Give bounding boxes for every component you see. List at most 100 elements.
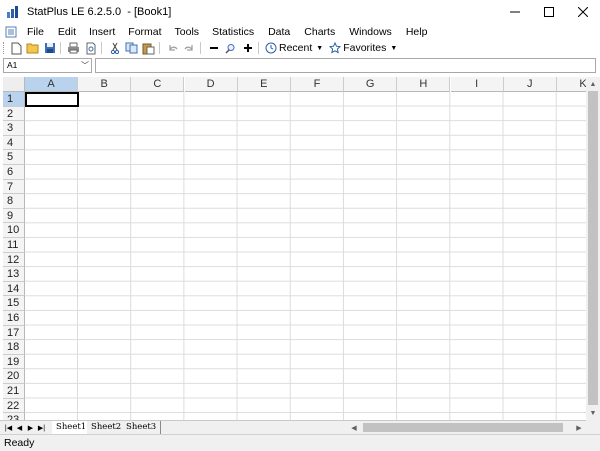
sheet-tab-sheet2[interactable]: Sheet2 (87, 421, 127, 434)
menu-edit[interactable]: Edit (58, 26, 76, 38)
horizontal-scrollbar[interactable]: ◀ ▶ (347, 421, 600, 434)
sheet-tab-sheet1[interactable]: Sheet1 (52, 421, 92, 434)
menu-tools[interactable]: Tools (175, 26, 200, 38)
statplus-app-icon[interactable] (6, 5, 20, 19)
row-header-15[interactable]: 15 (3, 296, 25, 311)
plus-icon (243, 44, 252, 52)
menu-help[interactable]: Help (406, 26, 428, 38)
minimize-button[interactable] (498, 0, 532, 24)
row-header-1[interactable]: 1 (3, 92, 25, 107)
row-header-10[interactable]: 10 (3, 223, 25, 238)
column-header-h[interactable]: H (397, 77, 451, 92)
scroll-up-arrow-icon[interactable]: ▲ (586, 77, 600, 91)
zoom-in-button[interactable] (240, 41, 255, 55)
formula-input[interactable] (95, 58, 596, 73)
row-header-8[interactable]: 8 (3, 194, 25, 209)
row-header-23[interactable]: 23 (3, 413, 25, 420)
toolbar: Recent ▼ Favorites ▼ (0, 40, 600, 56)
row-header-7[interactable]: 7 (3, 179, 25, 195)
zoom-button[interactable] (223, 41, 238, 55)
row-header-18[interactable]: 18 (3, 340, 25, 355)
menu-statistics[interactable]: Statistics (212, 26, 254, 38)
active-cell-a1[interactable] (25, 92, 79, 107)
row-header-6[interactable]: 6 (3, 165, 25, 180)
print-button[interactable] (66, 41, 81, 55)
menu-file[interactable]: File (27, 26, 44, 38)
column-header-j[interactable]: J (503, 77, 557, 92)
vertical-scroll-thumb[interactable] (588, 91, 598, 405)
previous-sheet-icon[interactable]: ◀ (14, 421, 25, 434)
select-all-corner[interactable] (3, 77, 25, 92)
row-header-22[interactable]: 22 (3, 398, 25, 414)
column-header-c[interactable]: C (131, 77, 185, 92)
row-header-2[interactable]: 2 (3, 106, 25, 122)
column-header-d[interactable]: D (184, 77, 238, 92)
paste-button[interactable] (141, 41, 156, 55)
row-header-16[interactable]: 16 (3, 311, 25, 326)
row-header-17[interactable]: 17 (3, 325, 25, 341)
copy-icon (125, 42, 138, 54)
window-controls (498, 0, 600, 24)
first-sheet-icon[interactable]: |◀ (3, 421, 14, 434)
toolbar-separator (159, 42, 160, 54)
menu-data[interactable]: Data (268, 26, 290, 38)
redo-button[interactable] (182, 41, 197, 55)
new-button[interactable] (8, 41, 23, 55)
menu-charts[interactable]: Charts (304, 26, 335, 38)
next-sheet-icon[interactable]: ▶ (25, 421, 36, 434)
column-header-a[interactable]: A (25, 77, 78, 92)
save-button[interactable] (42, 41, 57, 55)
last-sheet-icon[interactable]: ▶| (36, 421, 47, 434)
row-header-9[interactable]: 9 (3, 208, 25, 224)
cell-area[interactable] (25, 92, 600, 420)
print-preview-button[interactable] (83, 41, 98, 55)
recent-button[interactable]: Recent ▼ (265, 42, 323, 54)
menu-windows[interactable]: Windows (349, 26, 392, 38)
scroll-down-arrow-icon[interactable]: ▼ (586, 406, 600, 420)
vertical-scrollbar[interactable]: ▲ ▼ (586, 77, 600, 420)
undo-button[interactable] (165, 41, 180, 55)
cell-reference-box[interactable]: A1 ﹀ (3, 58, 92, 73)
row-header-5[interactable]: 5 (3, 150, 25, 165)
menu-insert[interactable]: Insert (89, 26, 115, 38)
maximize-button[interactable] (532, 0, 566, 24)
close-button[interactable] (566, 0, 600, 24)
recent-label: Recent (279, 42, 313, 54)
menu-format[interactable]: Format (128, 26, 161, 38)
sheet-tab-sheet3[interactable]: Sheet3 (122, 421, 162, 434)
row-header-11[interactable]: 11 (3, 238, 25, 253)
paste-icon (142, 43, 155, 54)
scroll-left-arrow-icon[interactable]: ◀ (347, 421, 361, 434)
chevron-down-icon[interactable]: ﹀ (81, 59, 89, 72)
row-header-13[interactable]: 13 (3, 267, 25, 282)
row-header-14[interactable]: 14 (3, 281, 25, 297)
row-header-12[interactable]: 12 (3, 252, 25, 268)
cut-button[interactable] (107, 41, 122, 55)
row-header-3[interactable]: 3 (3, 121, 25, 136)
column-header-b[interactable]: B (78, 77, 132, 92)
toolbar-separator (200, 42, 201, 54)
zoom-out-button[interactable] (206, 41, 221, 55)
toolbar-grip[interactable] (3, 42, 6, 54)
row-header-19[interactable]: 19 (3, 354, 25, 370)
column-header-g[interactable]: G (344, 77, 398, 92)
row-header-21[interactable]: 21 (3, 384, 25, 399)
magnifier-icon (225, 43, 235, 54)
column-header-f[interactable]: F (291, 77, 344, 92)
document-menu-icon[interactable] (5, 26, 17, 38)
sheet-tab-bar: |◀ ◀ ▶ ▶| Sheet1 Sheet2 Sheet3 ◀ ▶ (0, 420, 600, 434)
column-header-e[interactable]: E (237, 77, 291, 92)
cell-reference: A1 (7, 60, 18, 70)
favorites-button[interactable]: Favorites ▼ (329, 42, 397, 54)
scissors-icon (110, 42, 119, 54)
row-header-4[interactable]: 4 (3, 135, 25, 151)
column-header-i[interactable]: I (450, 77, 504, 92)
maximize-icon (544, 7, 554, 17)
scroll-right-arrow-icon[interactable]: ▶ (572, 421, 586, 434)
size-grip[interactable] (586, 420, 600, 434)
open-button[interactable] (25, 41, 40, 55)
row-header-20[interactable]: 20 (3, 369, 25, 384)
copy-button[interactable] (124, 41, 139, 55)
horizontal-scroll-thumb[interactable] (363, 423, 563, 432)
toolbar-separator (258, 42, 259, 54)
